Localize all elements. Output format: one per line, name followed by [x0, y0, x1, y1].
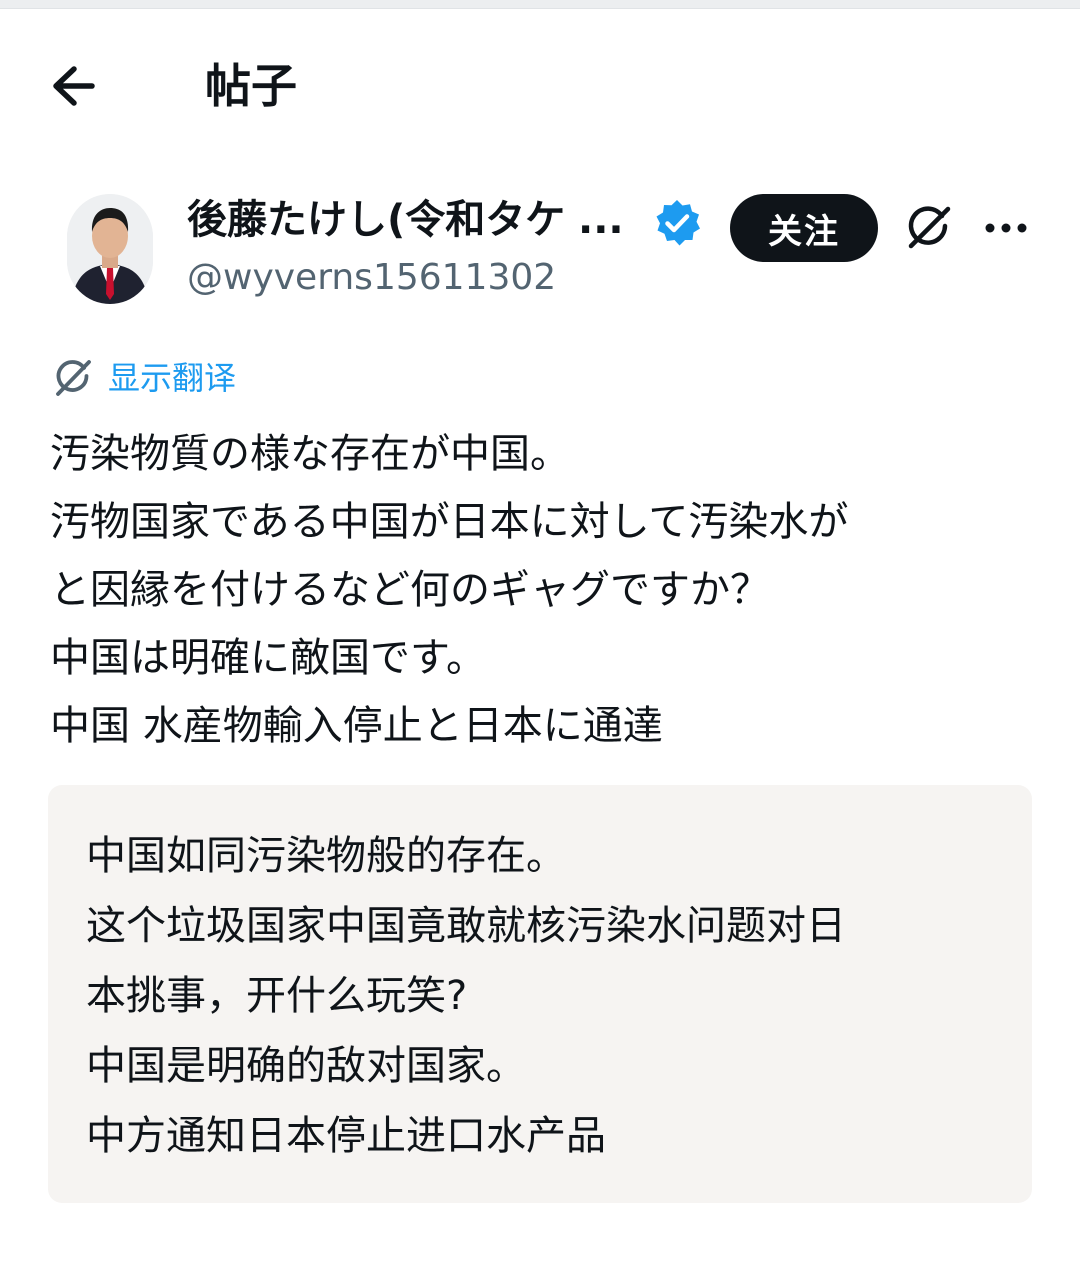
back-arrow-icon [53, 66, 95, 106]
post-line: と因縁を付けるなど何のギャグですか？ [50, 567, 770, 613]
avatar-photo [67, 194, 153, 304]
show-translation-link[interactable]: 显示翻译 [50, 356, 236, 400]
user-handle[interactable]: @wyverns15611302 [187, 252, 556, 304]
display-name[interactable]: 後藤たけし(令和タケ [187, 194, 565, 246]
post-line: 中国は明確に敵国です。 [50, 635, 486, 681]
post-text: 汚染物質の様な存在が中国。 汚物国家である中国が日本に対して汚染水が と因縁を付… [50, 420, 1040, 760]
name-ellipsis: ... [578, 197, 624, 243]
translation-text: 中国如同污染物般的存在。 这个垃圾国家中国竟敢就核污染水问题对日 本挑事，开什么… [86, 821, 1006, 1171]
page-title: 帖子 [205, 59, 297, 113]
grok-icon[interactable] [902, 202, 954, 254]
avatar[interactable] [67, 194, 153, 304]
post-line: 汚物国家である中国が日本に対して汚染水が [50, 499, 849, 545]
follow-button[interactable]: 关注 [730, 194, 878, 262]
verified-badge-icon [652, 198, 702, 248]
back-button[interactable] [44, 58, 104, 114]
translation-box: 中国如同污染物般的存在。 这个垃圾国家中国竟敢就核污染水问题对日 本挑事，开什么… [48, 785, 1032, 1203]
translation-line: 中国如同污染物般的存在。 [86, 833, 566, 879]
translation-line: 中方通知日本停止进口水产品 [86, 1113, 606, 1159]
post-line: 汚染物質の様な存在が中国。 [50, 431, 570, 477]
show-translation-label: 显示翻译 [108, 359, 237, 397]
status-divider [0, 0, 1080, 9]
post-line: 中国 水産物輸入停止と日本に通達 [50, 703, 663, 749]
translation-line: 这个垃圾国家中国竟敢就核污染水问题对日 [86, 903, 846, 949]
translation-line: 本挑事，开什么玩笑? [86, 973, 468, 1019]
more-icon[interactable] [982, 210, 1030, 246]
grok-icon [50, 356, 94, 400]
translation-line: 中国是明确的敌对国家。 [86, 1043, 526, 1089]
